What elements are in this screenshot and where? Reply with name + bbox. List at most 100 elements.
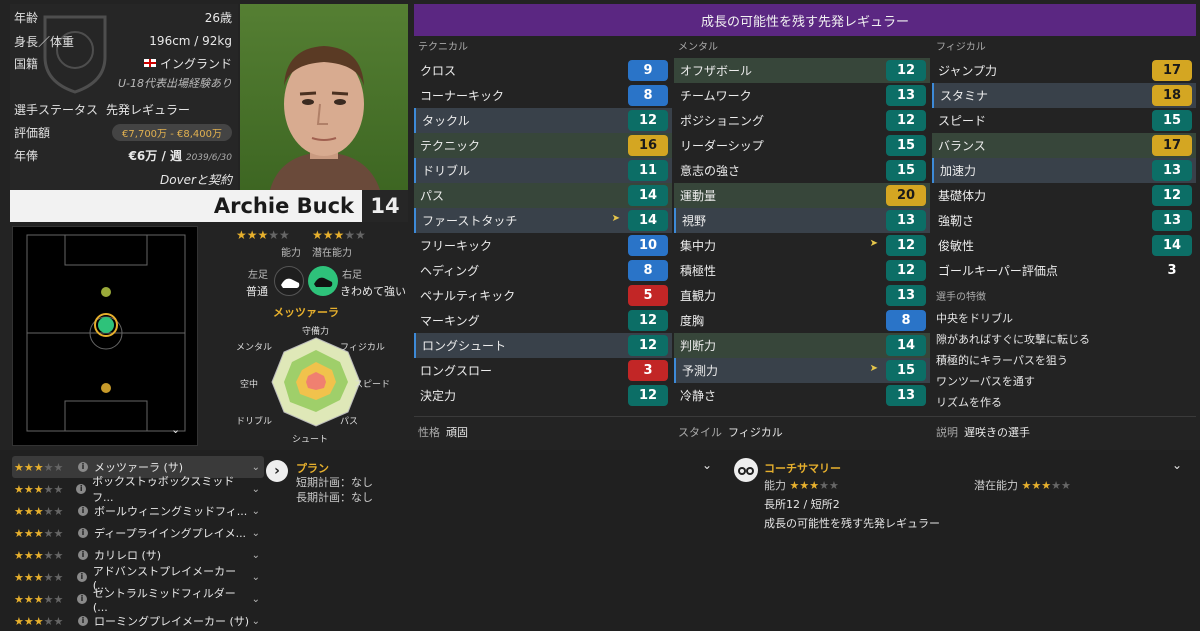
attribute-row[interactable]: 集中力 ➤ 12 xyxy=(674,233,930,258)
attribute-row[interactable]: 冷静さ 13 xyxy=(674,383,930,408)
attribute-row[interactable]: タックル 12 xyxy=(414,108,672,133)
attribute-row[interactable]: 加速力 13 xyxy=(932,158,1196,183)
info-icon[interactable]: i xyxy=(78,550,88,560)
attribute-value: 12 xyxy=(628,335,668,356)
attribute-row[interactable]: コーナーキック 8 xyxy=(414,83,672,108)
attribute-value: 8 xyxy=(886,310,926,331)
info-icon[interactable]: i xyxy=(78,616,88,626)
attribute-value: 13 xyxy=(886,285,926,306)
attribute-row[interactable]: 度胸 8 xyxy=(674,308,930,333)
status-value: 先発レギュラー xyxy=(106,102,191,117)
attribute-value: 11 xyxy=(628,160,668,181)
nationality-value[interactable]: イングランド xyxy=(160,55,232,72)
attribute-name: 運動量 xyxy=(680,189,717,203)
trait-item: 積極的にキラーパスを狙う xyxy=(936,354,1068,367)
chevron-down-icon[interactable]: ⌄ xyxy=(252,506,264,517)
info-icon[interactable]: i xyxy=(76,484,87,494)
role-item[interactable]: ★★★★★ i ディープライイングプレイメ... ⌄ xyxy=(12,522,264,544)
attribute-value: 13 xyxy=(1152,210,1192,231)
attribute-row[interactable]: クロス 9 xyxy=(414,58,672,83)
attribute-row[interactable]: パス 14 xyxy=(414,183,672,208)
attribute-row[interactable]: スピード 15 xyxy=(932,108,1196,133)
info-icon[interactable]: i xyxy=(78,462,88,472)
description-field: 説明 遅咲きの選手 xyxy=(936,424,1030,440)
chevron-down-icon[interactable]: ⌄ xyxy=(171,423,180,436)
chevron-down-icon[interactable]: ⌄ xyxy=(252,616,264,627)
role-name: ローミングプレイメーカー (サ) xyxy=(94,615,250,628)
attribute-row[interactable]: チームワーク 13 xyxy=(674,83,930,108)
attribute-value: 13 xyxy=(886,385,926,406)
role-stars: ★★★★★ xyxy=(14,526,64,540)
chevron-down-icon[interactable]: ⌄ xyxy=(252,572,264,583)
role-item[interactable]: ★★★★★ i セントラルミッドフィルダー (... ⌄ xyxy=(12,587,264,614)
coach-expand-icon[interactable]: ⌄ xyxy=(1172,458,1182,472)
info-icon[interactable]: i xyxy=(78,506,88,516)
left-boot-icon xyxy=(274,266,304,296)
value-pill[interactable]: €7,700万 - €8,400万 xyxy=(112,123,232,141)
attribute-row[interactable]: ペナルティキック 5 xyxy=(414,283,672,308)
role-item[interactable]: ★★★★★ i ボックストゥボックスミッドフ... ⌄ xyxy=(12,475,264,504)
attribute-name: 強靭さ xyxy=(938,214,975,228)
info-icon[interactable]: i xyxy=(77,594,87,604)
attribute-row[interactable]: 運動量 20 xyxy=(674,183,930,208)
attribute-value: 15 xyxy=(1152,110,1192,131)
plan-expand-icon[interactable]: ⌄ xyxy=(702,458,712,472)
trend-arrow-icon: ➤ xyxy=(869,363,878,374)
info-icon[interactable]: i xyxy=(76,572,87,582)
attribute-row[interactable]: 視野 13 xyxy=(674,208,930,233)
chevron-down-icon[interactable]: ⌄ xyxy=(252,550,264,561)
coach-summary-text: 成長の可能性を残す先発レギュラー xyxy=(764,517,940,530)
chevron-down-icon[interactable]: ⌄ xyxy=(252,528,264,539)
attribute-row[interactable]: オフザボール 12 xyxy=(674,58,930,83)
attribute-row[interactable]: バランス 17 xyxy=(932,133,1196,158)
attribute-row[interactable]: 予測力 ➤ 15 xyxy=(674,358,930,383)
attribute-row[interactable]: 強靭さ 13 xyxy=(932,208,1196,233)
attribute-name: ゴールキーパー評価点 xyxy=(938,264,1058,278)
attribute-row[interactable]: 直観力 13 xyxy=(674,283,930,308)
attribute-row[interactable]: テクニック 16 xyxy=(414,133,672,158)
attribute-row[interactable]: スタミナ 18 xyxy=(932,83,1196,108)
attribute-row[interactable]: ゴールキーパー評価点 3 xyxy=(932,258,1196,283)
chevron-right-icon[interactable]: › xyxy=(266,460,288,482)
position-pitch[interactable]: ⌄ xyxy=(12,226,198,446)
attribute-name: マーキング xyxy=(420,314,480,328)
role-item[interactable]: ★★★★★ i ボールウィニングミッドフィ... ⌄ xyxy=(12,500,264,522)
mental-column: メンタル オフザボール 12 チームワーク 13 ポジショニング 12 リーダーシップ 15 意… xyxy=(674,38,930,408)
role-name: ボールウィニングミッドフィ... xyxy=(94,505,248,518)
player-name: Archie Buck xyxy=(213,194,354,218)
attribute-row[interactable]: ヘディング 8 xyxy=(414,258,672,283)
info-icon[interactable]: i xyxy=(78,528,88,538)
attribute-row[interactable]: ロングスロー 3 xyxy=(414,358,672,383)
attribute-row[interactable]: 決定力 12 xyxy=(414,383,672,408)
long-plan: 長期計画：なし xyxy=(296,489,373,505)
attribute-row[interactable]: リーダーシップ 15 xyxy=(674,133,930,158)
role-stars: ★★★★★ xyxy=(14,592,64,606)
ability-stars: ★★★★★ xyxy=(236,228,290,242)
attribute-name: リーダーシップ xyxy=(680,139,764,153)
contract-club[interactable]: Doverと契約 xyxy=(160,171,232,188)
radar-label-passing: パス xyxy=(340,416,358,427)
attribute-row[interactable]: ポジショニング 12 xyxy=(674,108,930,133)
attribute-row[interactable]: 基礎体力 12 xyxy=(932,183,1196,208)
chevron-down-icon[interactable]: ⌄ xyxy=(252,484,264,495)
attribute-row[interactable]: マーキング 12 xyxy=(414,308,672,333)
role-stars: ★★★★★ xyxy=(14,482,64,496)
attribute-row[interactable]: 俊敏性 14 xyxy=(932,233,1196,258)
mental-label: メンタル xyxy=(678,42,718,53)
attribute-row[interactable]: ファーストタッチ ➤ 14 xyxy=(414,208,672,233)
attribute-name: コーナーキック xyxy=(420,89,505,103)
attribute-row[interactable]: ジャンプ力 17 xyxy=(932,58,1196,83)
chevron-down-icon[interactable]: ⌄ xyxy=(252,462,264,473)
attribute-value: 12 xyxy=(628,310,668,331)
attribute-row[interactable]: 積極性 12 xyxy=(674,258,930,283)
attribute-row[interactable]: ロングシュート 12 xyxy=(414,333,672,358)
player-info-panel: 年齢 26歳 身長／体重 196cm / 92kg 国籍 イングランド U-18代表… xyxy=(10,4,238,190)
attribute-row[interactable]: ドリブル 11 xyxy=(414,158,672,183)
role-suitability-list: ★★★★★ i メッツァーラ (サ) ⌄ ★★★★★ i ボックストゥボックスミッドフ...… xyxy=(12,456,264,631)
coach-summary-title[interactable]: コーチサマリー xyxy=(764,460,841,476)
role-item[interactable]: ★★★★★ i ローミングプレイメーカー (サ) ⌄ xyxy=(12,610,264,631)
chevron-down-icon[interactable]: ⌄ xyxy=(252,594,264,605)
attribute-row[interactable]: フリーキック 10 xyxy=(414,233,672,258)
attribute-row[interactable]: 判断力 14 xyxy=(674,333,930,358)
attribute-row[interactable]: 意志の強さ 15 xyxy=(674,158,930,183)
